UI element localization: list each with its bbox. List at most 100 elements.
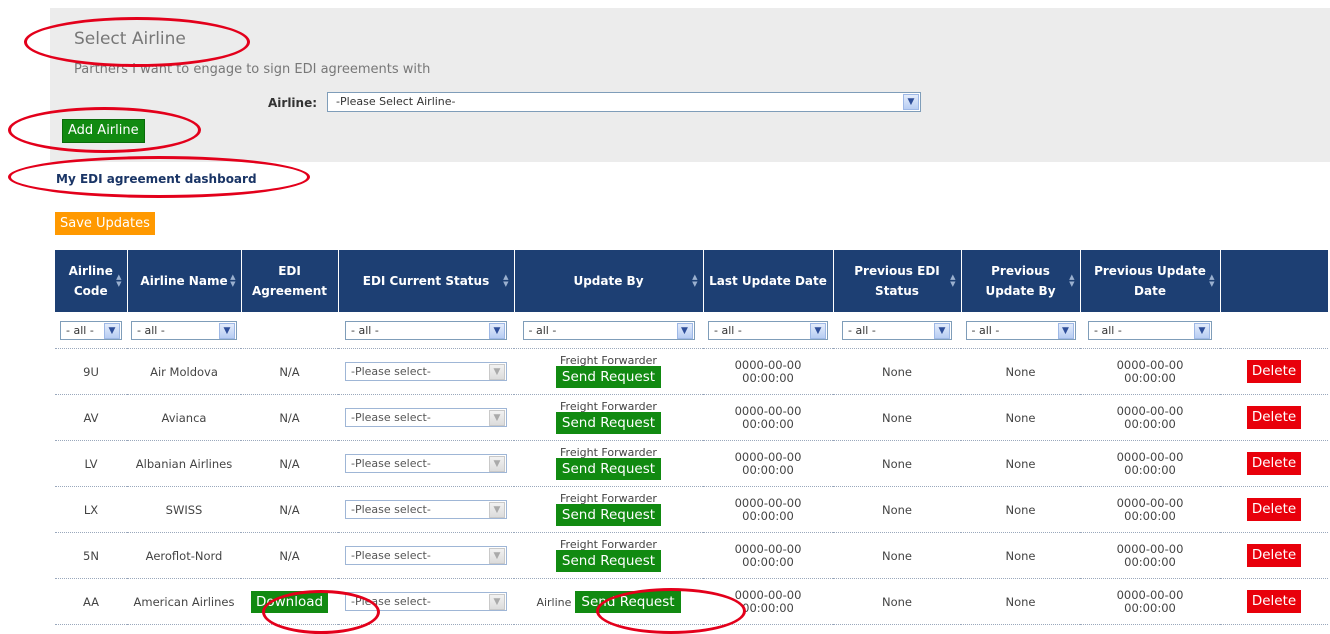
delete-button[interactable]: Delete (1246, 544, 1302, 567)
header-previous-update-date[interactable]: Previous Update Date ▲ ▼ (1080, 250, 1221, 312)
cell-edi-agreement: N/A (241, 394, 338, 441)
airline-select[interactable]: -Please Select Airline- ▼ (327, 92, 921, 112)
filter-value: - all - (1094, 323, 1122, 337)
filter-last-update-date[interactable]: - all - ▼ (708, 320, 828, 340)
filter-airline-code[interactable]: - all - ▼ (60, 320, 122, 340)
header-label: Previous EDI Status (854, 264, 940, 298)
edi-status-select[interactable]: -Please select- ▼ (345, 454, 507, 473)
chevron-down-icon[interactable]: ▼ (219, 322, 235, 339)
sort-icon[interactable]: ▲ ▼ (1209, 274, 1214, 288)
chevron-down-icon[interactable]: ▼ (489, 594, 505, 610)
last-update-date: 0000-00-00 (734, 357, 802, 372)
filter-value: - all - (137, 323, 165, 337)
cell-previous-edi-status: None (833, 440, 961, 487)
chevron-down-icon[interactable]: ▼ (104, 322, 120, 339)
header-update-by[interactable]: Update By ▲ ▼ (514, 250, 704, 312)
delete-button[interactable]: Delete (1246, 498, 1302, 521)
send-request-button[interactable]: Send Request (555, 550, 662, 572)
save-updates-button[interactable]: Save Updates (55, 212, 155, 235)
filter-value: - all - (714, 323, 742, 337)
delete-button[interactable]: Delete (1246, 590, 1302, 613)
edi-status-select[interactable]: -Please select- ▼ (345, 408, 507, 427)
chevron-down-icon[interactable]: ▼ (1194, 322, 1210, 339)
sort-icon[interactable]: ▲ ▼ (116, 274, 121, 288)
filter-previous-update-by[interactable]: - all - ▼ (965, 320, 1076, 340)
header-previous-edi-status[interactable]: Previous EDI Status ▲ ▼ (833, 250, 962, 312)
filter-previous-update-date[interactable]: - all - ▼ (1088, 320, 1212, 340)
header-label: EDI Agreement (252, 264, 327, 298)
send-request-button[interactable]: Send Request (555, 412, 662, 434)
previous-update-date: 0000-00-00 (1116, 357, 1184, 372)
last-update-date: 0000-00-00 (734, 403, 802, 418)
cell-airline-code: LV (55, 440, 127, 487)
cell-previous-edi-status: None (833, 348, 961, 395)
chevron-down-icon[interactable]: ▼ (934, 322, 950, 339)
previous-update-date: 0000-00-00 (1116, 403, 1184, 418)
header-label: Previous Update By (985, 264, 1056, 298)
cell-airline-name: Avianca (127, 394, 241, 441)
send-request-button[interactable]: Send Request (555, 458, 662, 480)
chevron-down-icon[interactable]: ▼ (1057, 322, 1074, 339)
sort-icon[interactable]: ▲ ▼ (692, 274, 697, 288)
delete-button[interactable]: Delete (1246, 406, 1302, 429)
send-request-button[interactable]: Send Request (555, 366, 662, 388)
chevron-down-icon[interactable]: ▼ (489, 364, 505, 380)
filter-airline-name[interactable]: - all - ▼ (131, 320, 237, 340)
status-value: -Please select- (351, 411, 431, 424)
last-update-time: 00:00:00 (742, 370, 794, 385)
header-edi-current-status[interactable]: EDI Current Status ▲ ▼ (338, 250, 515, 312)
chevron-down-icon[interactable]: ▼ (810, 322, 826, 339)
header-label: Airline Name (140, 274, 228, 288)
cell-previous-update-by: None (961, 440, 1080, 487)
cell-previous-update-by: None (961, 394, 1080, 441)
cell-edi-agreement: N/A (241, 532, 338, 579)
cell-previous-update-by: None (961, 348, 1080, 395)
update-by-text: Freight Forwarder (560, 446, 657, 459)
previous-update-date: 0000-00-00 (1116, 449, 1184, 464)
send-request-button[interactable]: Send Request (555, 504, 662, 526)
chevron-down-icon[interactable]: ▼ (676, 322, 693, 339)
header-edi-agreement: EDI Agreement (241, 250, 339, 312)
header-airline-code[interactable]: Airline Code ▲ ▼ (55, 250, 128, 312)
sort-icon[interactable]: ▲ ▼ (1069, 274, 1074, 288)
status-value: -Please select- (351, 549, 431, 562)
previous-update-time: 00:00:00 (1124, 416, 1176, 431)
edi-status-select[interactable]: -Please select- ▼ (345, 546, 507, 565)
header-airline-name[interactable]: Airline Name ▲ ▼ (127, 250, 242, 312)
chevron-down-icon[interactable]: ▼ (489, 502, 505, 518)
sort-icon[interactable]: ▲ ▼ (950, 274, 955, 288)
cell-airline-code: AV (55, 394, 127, 441)
edi-status-select[interactable]: -Please select- ▼ (345, 500, 507, 519)
cell-airline-code: 5N (55, 532, 127, 579)
airline-label: Airline: (268, 96, 318, 110)
chevron-down-icon[interactable]: ▼ (489, 456, 505, 472)
chevron-down-icon[interactable]: ▼ (903, 94, 919, 110)
filter-value: - all - (351, 323, 379, 337)
previous-update-date: 0000-00-00 (1116, 541, 1184, 556)
filter-previous-edi-status[interactable]: - all - ▼ (842, 320, 952, 340)
previous-update-time: 00:00:00 (1124, 462, 1176, 477)
delete-button[interactable]: Delete (1246, 360, 1302, 383)
sort-icon[interactable]: ▲ ▼ (230, 274, 235, 288)
chevron-down-icon[interactable]: ▼ (489, 548, 505, 564)
table-row: LX SWISS N/A -Please select- ▼ Freight Fo… (55, 486, 1328, 533)
update-by-text: Freight Forwarder (560, 354, 657, 367)
chevron-down-icon[interactable]: ▼ (489, 410, 505, 426)
cell-previous-update-by: None (961, 486, 1080, 533)
header-last-update-date: Last Update Date (703, 250, 834, 312)
cell-previous-update-by: None (961, 532, 1080, 579)
delete-button[interactable]: Delete (1246, 452, 1302, 475)
filter-update-by[interactable]: - all - ▼ (522, 320, 695, 340)
select-airline-panel (50, 8, 1330, 162)
previous-update-time: 00:00:00 (1124, 554, 1176, 569)
filter-edi-status[interactable]: - all - ▼ (345, 320, 507, 340)
annotation-ellipse-download (262, 590, 380, 634)
header-previous-update-by[interactable]: Previous Update By ▲ ▼ (961, 250, 1081, 312)
edi-status-select[interactable]: -Please select- ▼ (345, 362, 507, 381)
chevron-down-icon[interactable]: ▼ (489, 322, 505, 339)
previous-update-time: 00:00:00 (1124, 508, 1176, 523)
cell-airline-code: 9U (55, 348, 127, 395)
sort-icon[interactable]: ▲ ▼ (503, 274, 508, 288)
cell-previous-edi-status: None (833, 532, 961, 579)
header-label: EDI Current Status (362, 274, 490, 288)
